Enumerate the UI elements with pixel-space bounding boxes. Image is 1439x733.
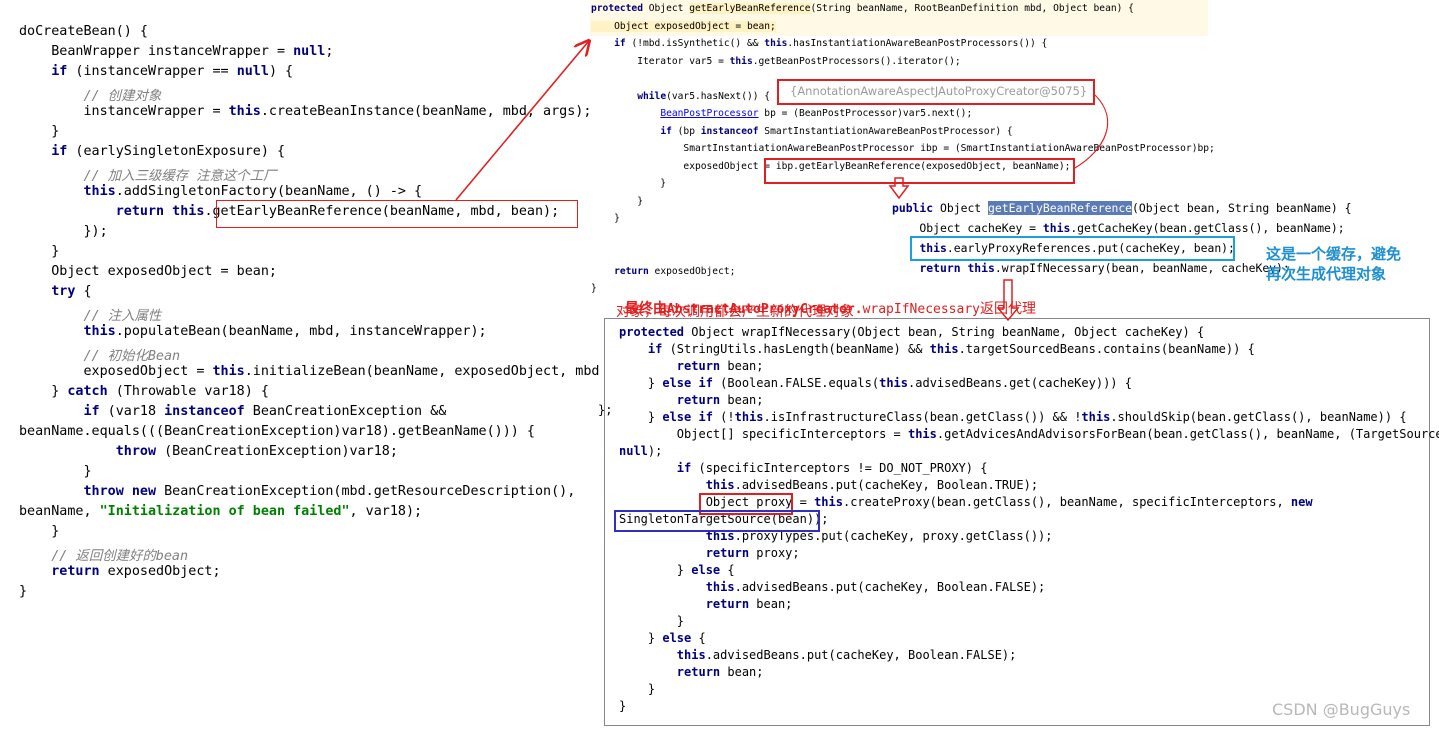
down-arrow-2 xyxy=(996,279,1020,322)
arrows-overlay xyxy=(455,0,1109,322)
curve-tooltip-to-call xyxy=(1074,94,1109,169)
arrow-to-get-early-bean-reference xyxy=(455,42,588,201)
down-arrow-1 xyxy=(888,177,910,200)
